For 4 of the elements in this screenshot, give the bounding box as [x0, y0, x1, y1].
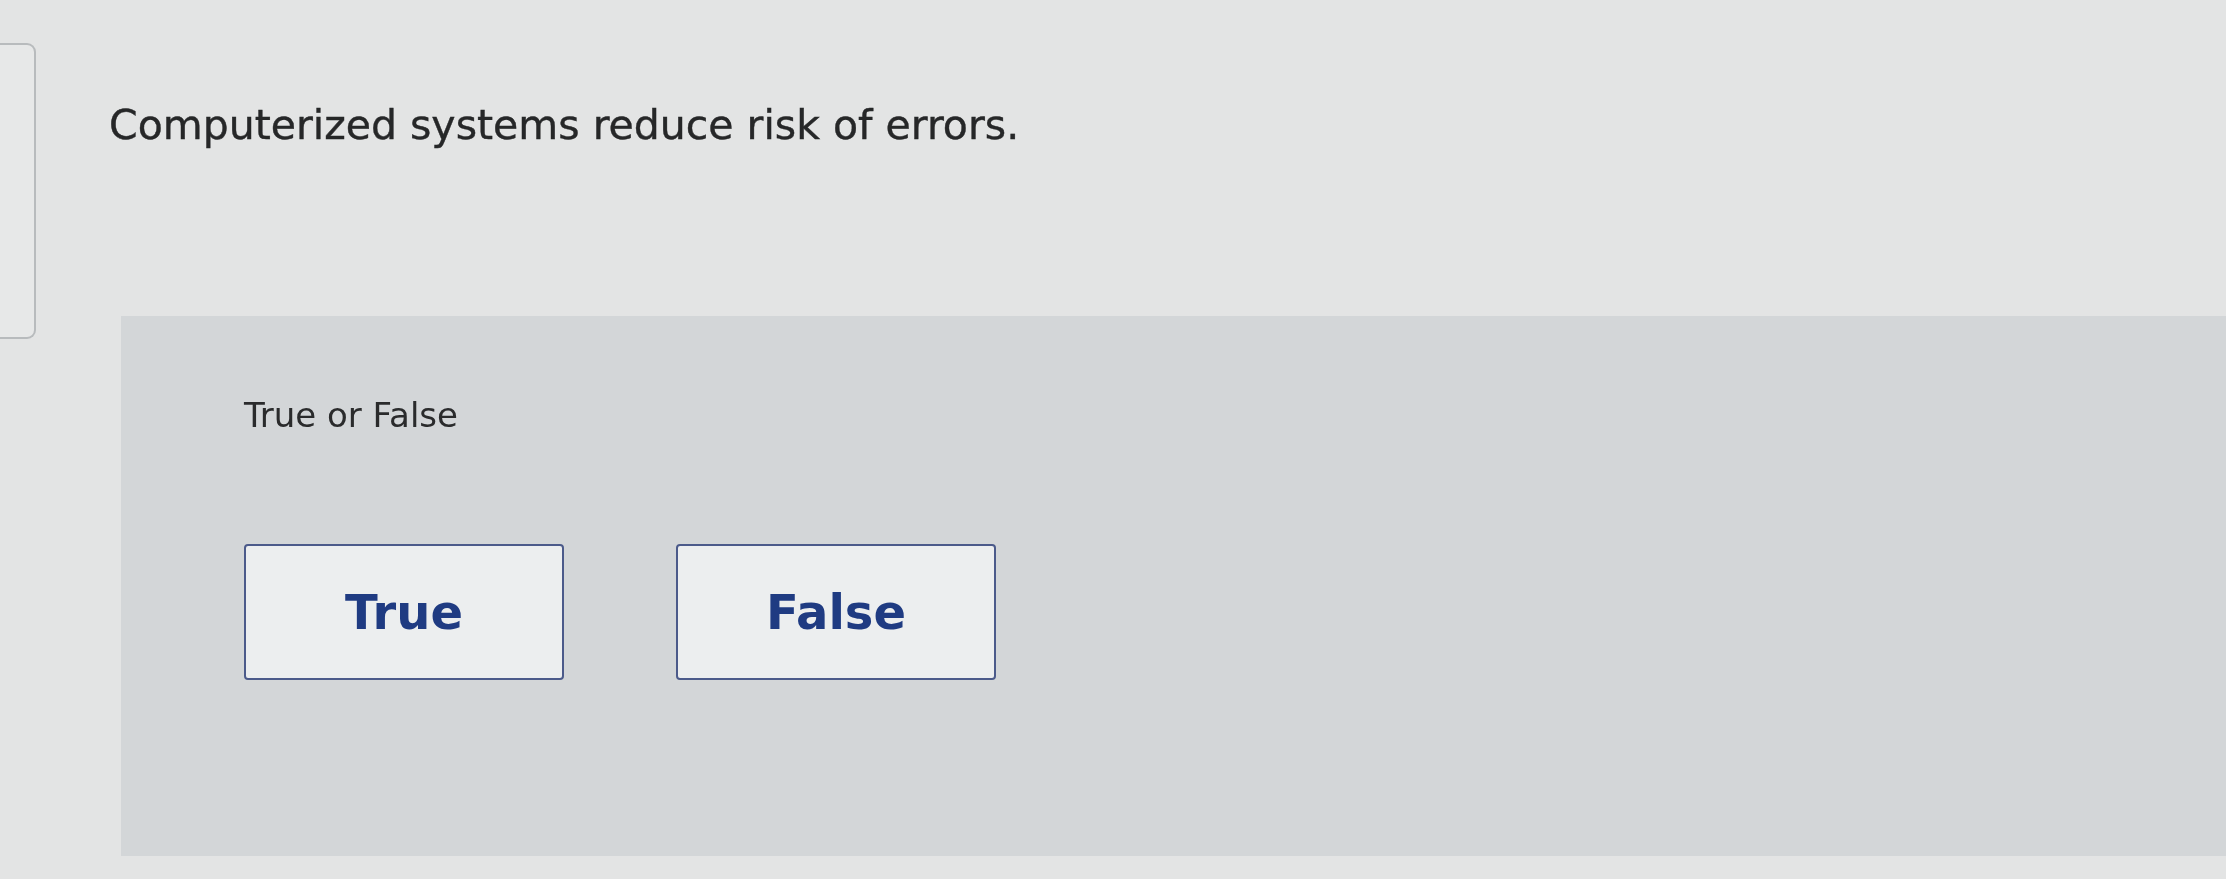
answer-option-button[interactable]: True: [244, 544, 564, 680]
question-text: Computerized systems reduce risk of errors.: [109, 100, 1020, 150]
answer-option-button[interactable]: False: [676, 544, 996, 680]
prompt-text: True or False: [244, 394, 458, 436]
